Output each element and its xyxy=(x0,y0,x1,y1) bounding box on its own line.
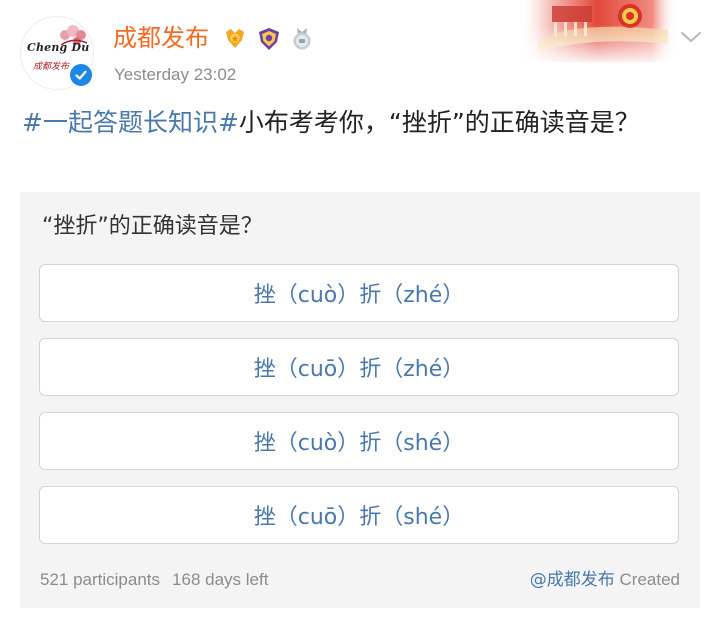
chevron-down-icon[interactable] xyxy=(676,22,706,52)
poll-creator: @成都发布 Created xyxy=(530,568,680,592)
poll-option-2[interactable]: 挫（cuō）折（zhé） xyxy=(39,338,679,396)
gold-medal-badge-icon xyxy=(226,29,244,48)
poll-option-4[interactable]: 挫（cuō）折（shé） xyxy=(39,486,679,544)
poll-creator-link[interactable]: @成都发布 xyxy=(530,570,615,590)
post-text: #一起答题长知识#小布考考你，“挫折”的正确读音是？ xyxy=(22,104,662,142)
poll-participants: 521 participants xyxy=(40,570,161,589)
weibo-post: Cheng Du 成都发布 成都发布 Yesterday 23:02 #一起答题… xyxy=(0,0,720,620)
verified-check-icon xyxy=(68,62,94,88)
hashtag-link[interactable]: #一起答题长知识# xyxy=(22,108,239,137)
decorative-banner-image xyxy=(518,0,676,62)
poll-stats: 521 participants 168 days left xyxy=(40,568,268,592)
poll-option-1[interactable]: 挫（cuò）折（zhé） xyxy=(39,264,679,322)
avatar-logo-chinese: 成都发布 xyxy=(33,62,70,72)
purple-shield-badge-icon xyxy=(259,28,279,50)
post-body: 小布考考你，“挫折”的正确读音是？ xyxy=(238,108,640,137)
silver-medal-badge-icon xyxy=(293,28,311,50)
post-timestamp: Yesterday 23:02 xyxy=(114,65,237,84)
poll-question: “挫折”的正确读音是？ xyxy=(42,214,263,239)
poll-option-3[interactable]: 挫（cuò）折（shé） xyxy=(39,412,679,470)
poll-card: “挫折”的正确读音是？ 挫（cuò）折（zhé） 挫（cuō）折（zhé） 挫（… xyxy=(20,192,700,608)
author-name[interactable]: 成都发布 xyxy=(113,22,209,54)
poll-created-label: Created xyxy=(614,570,680,589)
poll-time-left: 168 days left xyxy=(172,570,269,589)
avatar-logo-english: Cheng Du xyxy=(27,41,90,54)
